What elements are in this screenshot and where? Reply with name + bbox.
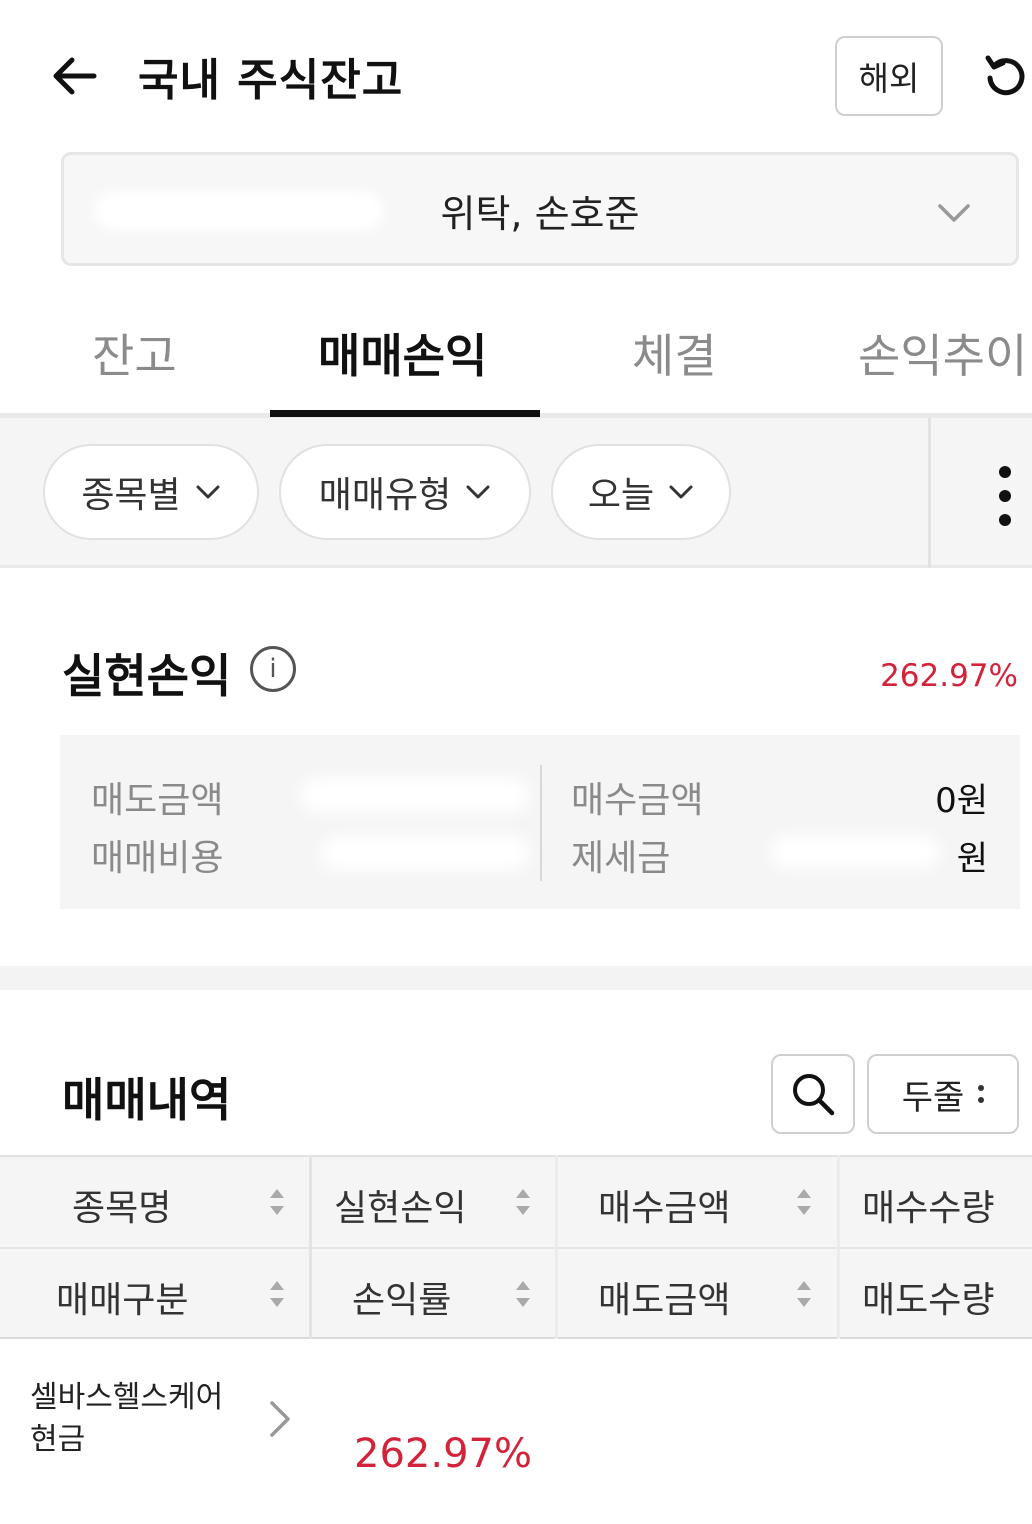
- search-button[interactable]: [771, 1054, 855, 1134]
- realized-pnl-amount-masked: [720, 660, 870, 692]
- sort-icon[interactable]: [514, 1187, 532, 1217]
- trade-cost-label: 매매비용: [91, 838, 224, 879]
- filter-divider: [928, 418, 931, 568]
- tax-value: 원: [956, 839, 988, 879]
- trade-cost-masked: [320, 835, 530, 871]
- filter-trade-type[interactable]: 매매유형: [279, 444, 531, 540]
- chevron-down-icon: [669, 485, 693, 499]
- tax-amount-masked: [770, 835, 940, 869]
- account-selector[interactable]: 위탁, 손호준: [61, 152, 1019, 266]
- arrow-left-icon: [53, 57, 97, 95]
- stock-name: 셀바스헬스케어: [30, 1380, 224, 1415]
- buy-amount-value: 0원: [935, 781, 988, 821]
- tab-trade-pnl[interactable]: 매매손익: [318, 320, 487, 386]
- realized-pnl-title: 실현손익: [62, 649, 232, 703]
- filter-label: 오늘: [587, 475, 655, 516]
- table-header: 종목명 실현손익 매수금액 매수수량 매매구분 손익률 매도금액 매도수량: [0, 1155, 1032, 1339]
- refresh-button[interactable]: [980, 50, 1032, 102]
- tab-balance[interactable]: 잔고: [92, 320, 177, 386]
- col-sell-qty[interactable]: 매도수량: [862, 1271, 994, 1323]
- account-name: 위탁, 손호준: [440, 192, 640, 236]
- chevron-down-icon: [938, 204, 970, 222]
- filter-period[interactable]: 오늘: [551, 444, 731, 540]
- filter-label: 매매유형: [318, 475, 452, 516]
- realized-summary-box: 매도금액 매매비용 매수금액 제세금 0원 원: [60, 735, 1020, 909]
- realized-pnl-rate: 262.97%: [880, 658, 1018, 694]
- chevron-right-icon[interactable]: [268, 1399, 292, 1439]
- tax-label: 제세금: [571, 838, 671, 879]
- col-buy-amount[interactable]: 매수금액: [598, 1179, 730, 1231]
- two-row-view-button[interactable]: 두줄: [867, 1054, 1019, 1134]
- col-buy-qty[interactable]: 매수수량: [862, 1179, 994, 1231]
- more-vertical-icon: [978, 1085, 985, 1103]
- col-realized-pnl[interactable]: 실현손익: [334, 1179, 466, 1231]
- sort-icon[interactable]: [795, 1279, 813, 1309]
- pnl-rate-value: 262.97%: [354, 1431, 532, 1477]
- more-options-button[interactable]: [980, 466, 1030, 526]
- sell-amount-label: 매도금액: [91, 780, 224, 821]
- info-icon[interactable]: i: [250, 646, 296, 692]
- sell-amount-masked: [300, 777, 530, 813]
- search-icon: [793, 1074, 835, 1116]
- col-sell-amount[interactable]: 매도금액: [598, 1271, 730, 1323]
- overseas-button[interactable]: 해외: [835, 36, 943, 116]
- more-vertical-icon: [999, 466, 1011, 478]
- filter-by-stock[interactable]: 종목별: [43, 444, 259, 540]
- tab-bar: 잔고 매매손익 체결 손익추이: [0, 290, 1032, 418]
- refresh-icon: [985, 55, 1025, 96]
- trade-type: 현금: [30, 1422, 86, 1457]
- sort-icon[interactable]: [268, 1187, 286, 1217]
- col-stock-name[interactable]: 종목명: [72, 1179, 171, 1231]
- filter-label: 종목별: [81, 475, 181, 516]
- section-divider: [0, 966, 1032, 990]
- buy-amount-label: 매수금액: [571, 780, 704, 821]
- sort-icon[interactable]: [268, 1279, 286, 1309]
- page-title: 국내 주식잔고: [138, 55, 404, 106]
- chevron-down-icon: [196, 485, 220, 499]
- app-header: 국내 주식잔고 해외: [0, 0, 1032, 150]
- col-trade-type[interactable]: 매매구분: [56, 1271, 188, 1323]
- sort-icon[interactable]: [795, 1187, 813, 1217]
- two-row-label: 두줄: [901, 1077, 965, 1118]
- tab-executions[interactable]: 체결: [632, 320, 717, 386]
- back-button[interactable]: [46, 48, 102, 104]
- chevron-down-icon: [466, 485, 490, 499]
- stock-cell: 셀바스헬스케어 현금: [30, 1377, 223, 1461]
- table-row[interactable]: 셀바스헬스케어 현금 262.97%: [0, 1339, 1032, 1524]
- filter-bar: 종목별 매매유형 오늘: [0, 418, 1032, 568]
- active-tab-indicator: [270, 410, 540, 417]
- sort-icon[interactable]: [514, 1279, 532, 1309]
- summary-divider: [540, 765, 542, 881]
- trade-history-table: 종목명 실현손익 매수금액 매수수량 매매구분 손익률 매도금액 매도수량 셀바…: [0, 1155, 1032, 1524]
- col-pnl-rate[interactable]: 손익률: [352, 1271, 451, 1323]
- tab-pnl-trend[interactable]: 손익추이: [858, 320, 1027, 386]
- trade-history-title: 매매내역: [62, 1073, 232, 1127]
- header-row-divider: [0, 1247, 1032, 1249]
